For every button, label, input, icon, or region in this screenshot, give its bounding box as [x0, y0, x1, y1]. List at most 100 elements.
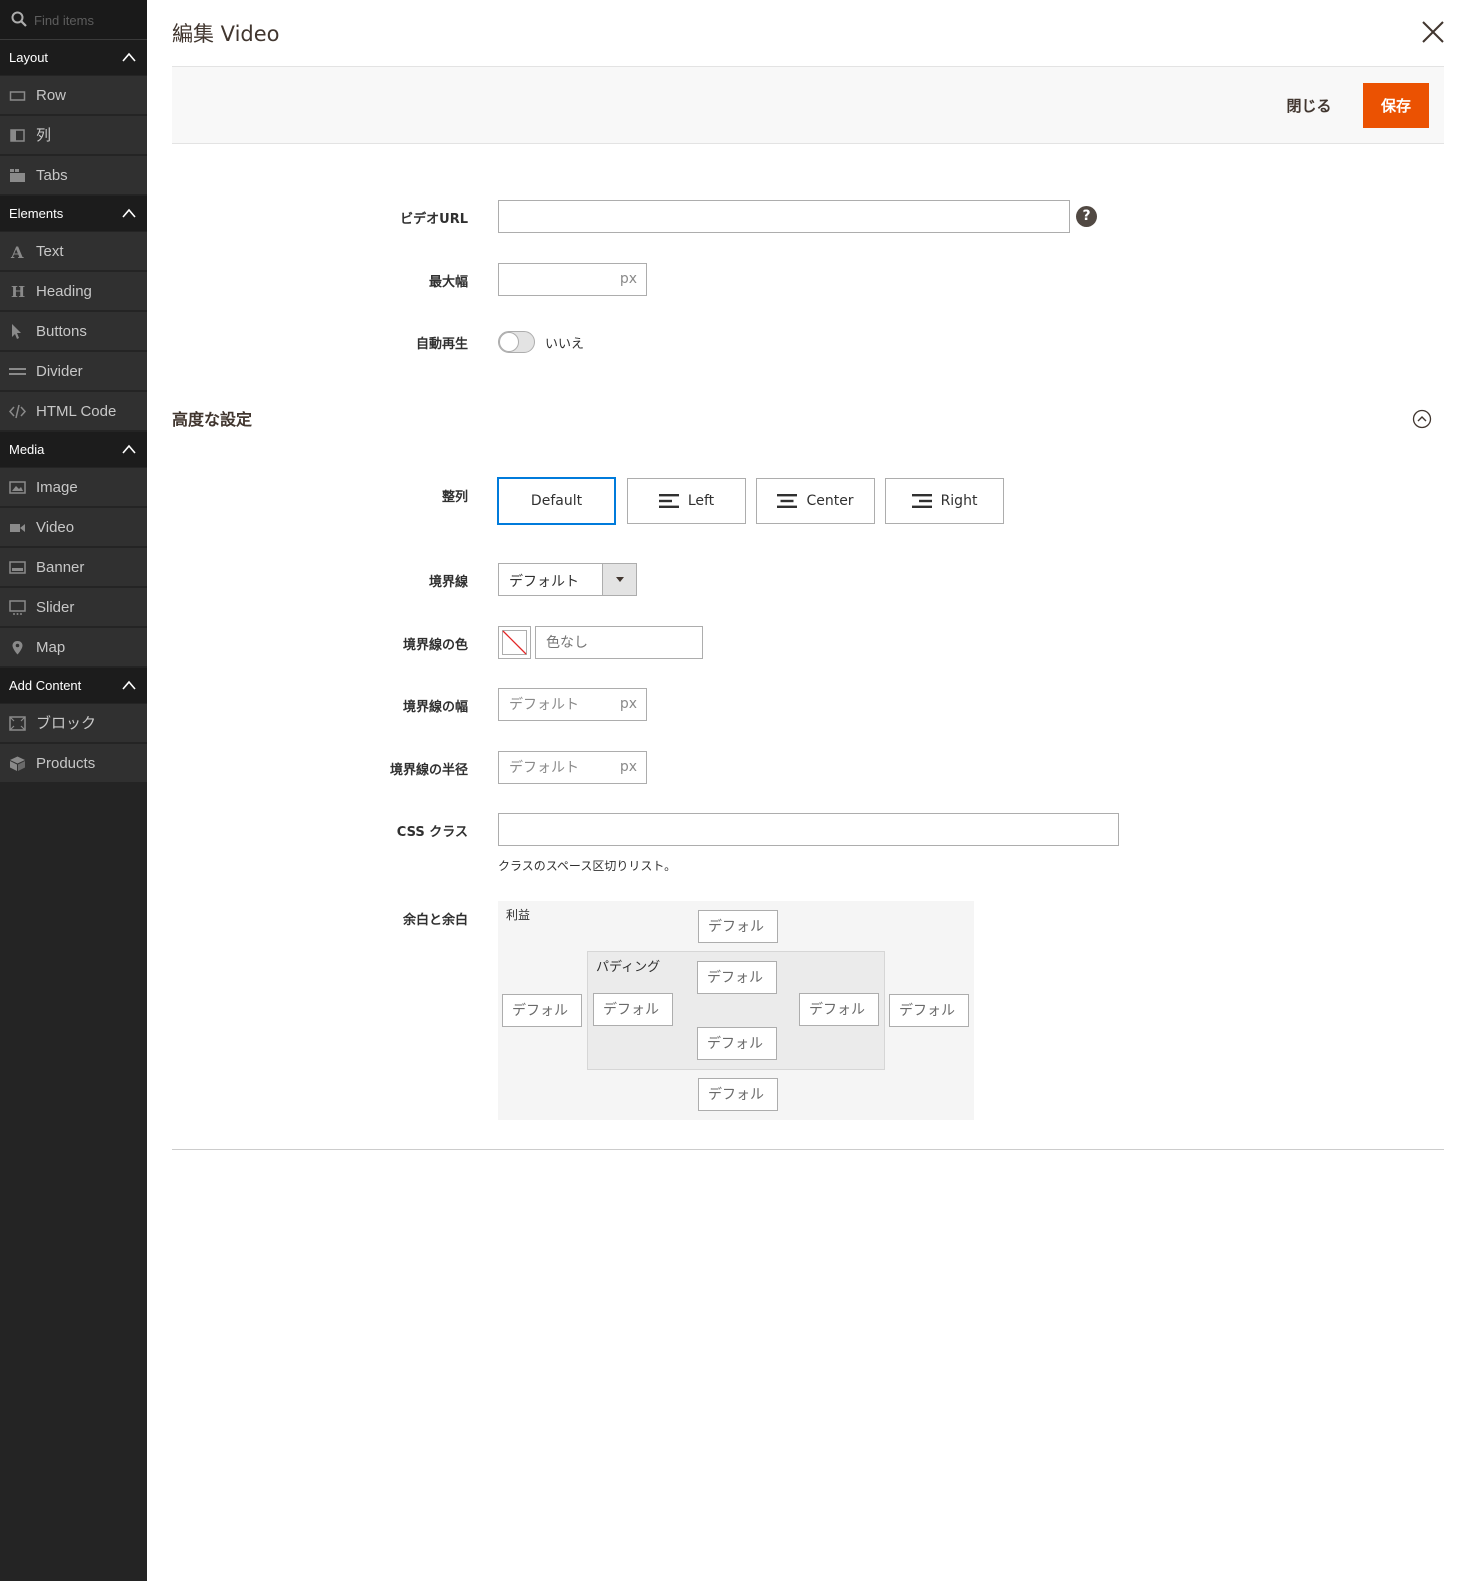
padding-left-input[interactable]: [593, 993, 673, 1026]
group-label: Media: [9, 442, 45, 457]
align-default-button[interactable]: Default: [497, 477, 616, 525]
sidebar-item-label: Row: [36, 87, 67, 104]
border-radius-label: 境界線の半径: [389, 763, 468, 778]
align-left-button[interactable]: Left: [627, 478, 746, 524]
border-color-label: 境界線の色: [402, 638, 468, 653]
row-icon: [9, 91, 26, 101]
margin-left-input[interactable]: [502, 994, 582, 1027]
sidebar-item-column[interactable]: 列: [0, 116, 147, 155]
autoplay-toggle[interactable]: [498, 331, 535, 353]
max-width-label: 最大幅: [428, 275, 468, 290]
sidebar-item-video[interactable]: Video: [0, 508, 147, 547]
group-elements[interactable]: Elements: [0, 196, 147, 231]
search-icon: [11, 11, 27, 27]
save-button[interactable]: 保存: [1363, 83, 1429, 128]
sidebar-item-label: 列: [36, 127, 52, 144]
divider-icon: [9, 368, 26, 375]
sidebar-item-banner[interactable]: Banner: [0, 548, 147, 587]
border-color-input[interactable]: [535, 626, 703, 659]
search-bar: [0, 0, 147, 40]
svg-text:H: H: [11, 284, 25, 299]
margin-bottom-input[interactable]: [698, 1078, 778, 1111]
sidebar-item-label: Image: [36, 479, 78, 496]
chevron-up-icon: [122, 208, 136, 218]
group-media[interactable]: Media: [0, 432, 147, 467]
heading-icon: H: [11, 284, 25, 299]
group-add-content[interactable]: Add Content: [0, 668, 147, 703]
block-icon: [9, 716, 26, 731]
sidebar-item-html-code[interactable]: HTML Code: [0, 392, 147, 431]
margin-top-input[interactable]: [698, 910, 778, 943]
padding-top-input[interactable]: [697, 961, 777, 994]
video-url-label: ビデオURL: [400, 212, 468, 227]
collapse-icon[interactable]: [1412, 409, 1432, 429]
max-width-input[interactable]: [499, 264, 614, 295]
image-icon: [9, 481, 26, 494]
group-layout[interactable]: Layout: [0, 40, 147, 75]
sidebar-item-label: ブロック: [36, 715, 97, 732]
advanced-section-title[interactable]: 高度な設定: [172, 406, 252, 430]
sidebar-item-text[interactable]: A Text: [0, 232, 147, 271]
pointer-icon: [12, 324, 21, 339]
sidebar-item-map[interactable]: Map: [0, 628, 147, 667]
sidebar: Layout Row 列 Tabs Elements A Text H Head…: [0, 0, 147, 1581]
sidebar-item-products[interactable]: Products: [0, 744, 147, 783]
sidebar-item-buttons[interactable]: Buttons: [0, 312, 147, 351]
sidebar-item-label: HTML Code: [36, 403, 117, 420]
align-center-button[interactable]: Center: [756, 478, 875, 524]
unit-label: px: [619, 759, 637, 775]
sidebar-item-label: Map: [36, 639, 66, 656]
text-icon: A: [10, 244, 24, 259]
group-label: Elements: [9, 206, 64, 221]
sidebar-item-label: Heading: [36, 283, 92, 300]
map-pin-icon: [12, 641, 23, 655]
sidebar-item-image[interactable]: Image: [0, 468, 147, 507]
align-option-label: Center: [806, 493, 854, 509]
tabs-icon: [10, 169, 25, 182]
close-icon[interactable]: [1421, 20, 1445, 44]
banner-icon: [9, 561, 26, 574]
unit-label: px: [619, 696, 637, 712]
padding-bottom-input[interactable]: [697, 1027, 777, 1060]
sidebar-item-label: Text: [36, 243, 64, 260]
border-radius-input[interactable]: [499, 752, 614, 783]
chevron-up-icon: [122, 52, 136, 62]
sidebar-item-slider[interactable]: Slider: [0, 588, 147, 627]
padding-right-input[interactable]: [799, 993, 879, 1026]
max-width-field: px: [498, 263, 647, 296]
margin-right-input[interactable]: [889, 994, 969, 1027]
close-button[interactable]: 閉じる: [1270, 83, 1348, 127]
chevron-up-icon: [122, 444, 136, 454]
border-radius-field: px: [498, 751, 647, 784]
column-icon: [10, 129, 25, 142]
help-icon[interactable]: ?: [1076, 206, 1097, 227]
sidebar-item-block[interactable]: ブロック: [0, 704, 147, 743]
sidebar-item-label: Slider: [36, 599, 75, 616]
align-left-icon: [658, 494, 679, 508]
align-right-button[interactable]: Right: [885, 478, 1004, 524]
border-select[interactable]: デフォルト: [498, 563, 637, 596]
sidebar-item-label: Tabs: [36, 167, 68, 184]
sidebar-item-row[interactable]: Row: [0, 76, 147, 115]
toggle-knob: [499, 332, 519, 352]
slider-icon: [9, 600, 26, 615]
chevron-down-icon: [602, 564, 636, 595]
video-url-input[interactable]: [498, 200, 1070, 233]
autoplay-label: 自動再生: [415, 337, 468, 352]
sidebar-item-divider[interactable]: Divider: [0, 352, 147, 391]
align-option-label: Left: [687, 493, 715, 509]
color-swatch[interactable]: [498, 626, 531, 659]
sidebar-item-tabs[interactable]: Tabs: [0, 156, 147, 195]
border-width-input[interactable]: [499, 689, 614, 720]
code-icon: [9, 404, 26, 419]
search-input[interactable]: [34, 10, 139, 30]
autoplay-state: いいえ: [545, 337, 585, 352]
sidebar-item-heading[interactable]: H Heading: [0, 272, 147, 311]
sidebar-item-label: Divider: [36, 363, 83, 380]
css-classes-hint: クラスのスペース区切りリスト。: [498, 859, 677, 873]
css-classes-input[interactable]: [498, 813, 1119, 846]
page-title: 編集 Video: [172, 22, 280, 46]
no-color-icon: [502, 630, 527, 655]
group-label: Add Content: [9, 678, 82, 693]
border-select-value: デフォルト: [509, 574, 579, 590]
